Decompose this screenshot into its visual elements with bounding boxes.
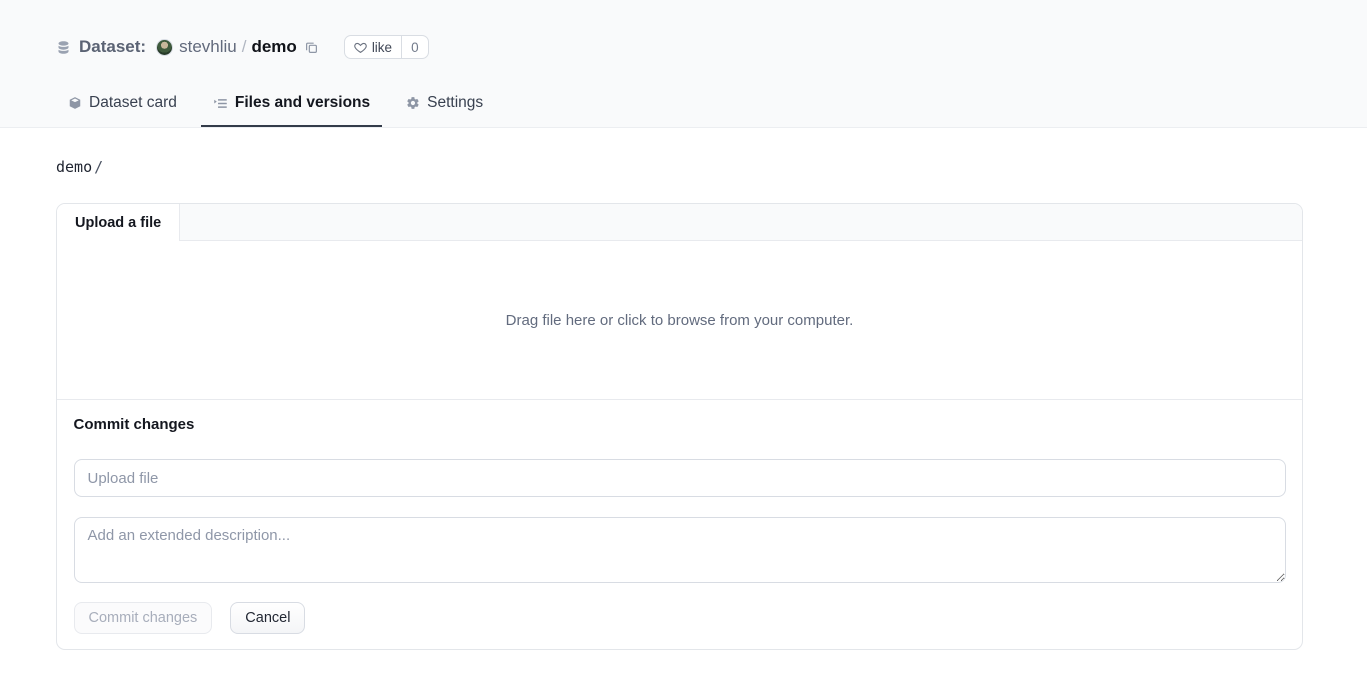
owner-avatar[interactable] bbox=[156, 39, 173, 56]
repo-title: Dataset: stevhliu / demo like 0 bbox=[56, 35, 429, 59]
tab-label: Files and versions bbox=[235, 94, 370, 112]
title-separator: / bbox=[242, 37, 247, 57]
copy-repo-name-icon[interactable] bbox=[305, 41, 318, 54]
commit-heading: Commit changes bbox=[74, 416, 1286, 433]
tab-label: Dataset card bbox=[89, 94, 177, 112]
dropzone-instruction: Drag file here or click to browse from y… bbox=[506, 312, 854, 329]
tab-label: Settings bbox=[427, 94, 483, 112]
commit-section: Commit changes Commit changes Cancel bbox=[57, 399, 1302, 649]
commit-button-row: Commit changes Cancel bbox=[74, 602, 1286, 634]
commit-description-textarea[interactable] bbox=[74, 517, 1286, 583]
upload-card: Upload a file Drag file here or click to… bbox=[56, 203, 1303, 650]
gear-icon bbox=[406, 96, 420, 110]
repo-header-row: Dataset: stevhliu / demo like 0 bbox=[0, 32, 1367, 62]
owner-link[interactable]: stevhliu bbox=[179, 37, 237, 57]
like-count[interactable]: 0 bbox=[401, 36, 428, 58]
cancel-button[interactable]: Cancel bbox=[230, 602, 305, 634]
like-widget[interactable]: like 0 bbox=[344, 35, 429, 59]
breadcrumb-separator: / bbox=[94, 158, 103, 176]
repo-type-label: Dataset: bbox=[79, 37, 146, 57]
main-content: demo/ Upload a file Drag file here or cl… bbox=[0, 158, 1367, 650]
file-dropzone[interactable]: Drag file here or click to browse from y… bbox=[57, 241, 1302, 399]
files-list-icon bbox=[213, 96, 228, 111]
repo-name-link[interactable]: demo bbox=[251, 37, 296, 57]
breadcrumb: demo/ bbox=[56, 158, 1303, 176]
cube-icon bbox=[68, 96, 82, 110]
like-label: like bbox=[372, 40, 392, 55]
tabstrip-filler bbox=[180, 204, 1302, 240]
breadcrumb-repo-link[interactable]: demo bbox=[56, 158, 92, 176]
heart-icon bbox=[354, 41, 367, 54]
tab-files-and-versions[interactable]: Files and versions bbox=[201, 86, 382, 127]
commit-changes-button[interactable]: Commit changes bbox=[74, 602, 213, 634]
page-header: Dataset: stevhliu / demo like 0 bbox=[0, 0, 1367, 128]
like-button[interactable]: like bbox=[345, 36, 401, 58]
commit-message-input[interactable] bbox=[74, 459, 1286, 497]
repo-tab-nav: Dataset card Files and versions Settings bbox=[0, 86, 1367, 127]
tab-settings[interactable]: Settings bbox=[394, 86, 495, 127]
dataset-database-icon bbox=[56, 40, 71, 55]
upload-card-tabstrip: Upload a file bbox=[57, 204, 1302, 241]
upload-a-file-tab[interactable]: Upload a file bbox=[57, 204, 180, 241]
tab-dataset-card[interactable]: Dataset card bbox=[56, 86, 189, 127]
